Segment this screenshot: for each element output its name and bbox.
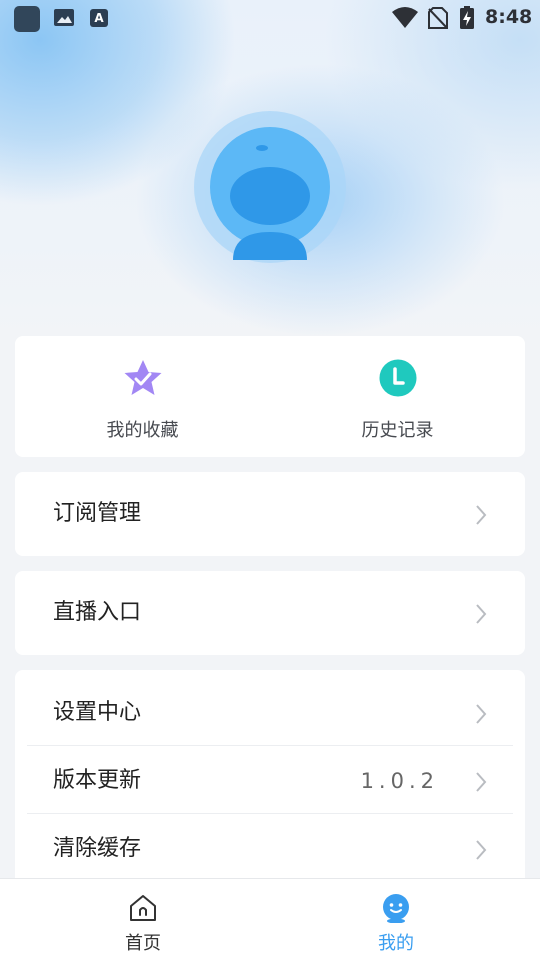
text-notification-icon: A	[90, 9, 108, 27]
star-icon	[124, 360, 162, 395]
tab-home[interactable]: 首页	[8, 879, 278, 961]
avatar-icon[interactable]	[193, 110, 347, 264]
menu-item-label: 订阅管理	[53, 501, 142, 526]
favorites-label: 我的收藏	[106, 420, 179, 441]
profile-face-icon	[383, 894, 409, 923]
no-sim-icon	[428, 7, 448, 29]
tab-mine-label: 我的	[378, 933, 414, 954]
clock-icon	[379, 359, 417, 397]
menu-item-live[interactable]: 直播入口	[15, 579, 525, 647]
menu-item-label: 版本更新	[53, 768, 142, 793]
tab-home-label: 首页	[125, 933, 161, 954]
history-button[interactable]: 历史记录	[270, 336, 525, 457]
quick-actions-card: 我的收藏 历史记录	[15, 336, 525, 457]
menu-item-label: 直播入口	[53, 600, 142, 625]
divider	[27, 813, 513, 814]
divider	[27, 745, 513, 746]
menu-item-subscription[interactable]: 订阅管理	[15, 480, 525, 548]
tab-mine[interactable]: 我的	[261, 879, 531, 961]
image-icon	[54, 9, 74, 26]
live-card: 直播入口	[15, 571, 525, 655]
favorites-button[interactable]: 我的收藏	[15, 336, 270, 457]
settings-card: 设置中心 版本更新 1.0.2 清除缓存	[15, 670, 525, 890]
menu-item-label: 清除缓存	[53, 836, 142, 861]
chevron-right-icon	[476, 772, 487, 792]
wifi-icon	[392, 7, 418, 28]
subscription-card: 订阅管理	[15, 472, 525, 556]
menu-item-settings[interactable]: 设置中心	[15, 679, 525, 747]
status-bar: A 8:48	[0, 0, 540, 36]
menu-item-clear-cache[interactable]: 清除缓存	[15, 815, 525, 883]
clock-time: 8:48	[485, 6, 533, 28]
chevron-right-icon	[476, 505, 487, 525]
chevron-right-icon	[476, 704, 487, 724]
chevron-right-icon	[476, 604, 487, 624]
battery-charging-icon	[460, 6, 474, 29]
app-icon	[14, 6, 40, 32]
menu-item-version[interactable]: 版本更新 1.0.2	[15, 747, 525, 815]
chevron-right-icon	[476, 840, 487, 860]
bottom-tab-bar: 首页 我的	[0, 878, 540, 961]
menu-item-label: 设置中心	[53, 700, 142, 725]
history-label: 历史记录	[361, 420, 434, 441]
version-number: 1.0.2	[360, 769, 439, 793]
home-icon	[130, 895, 156, 921]
